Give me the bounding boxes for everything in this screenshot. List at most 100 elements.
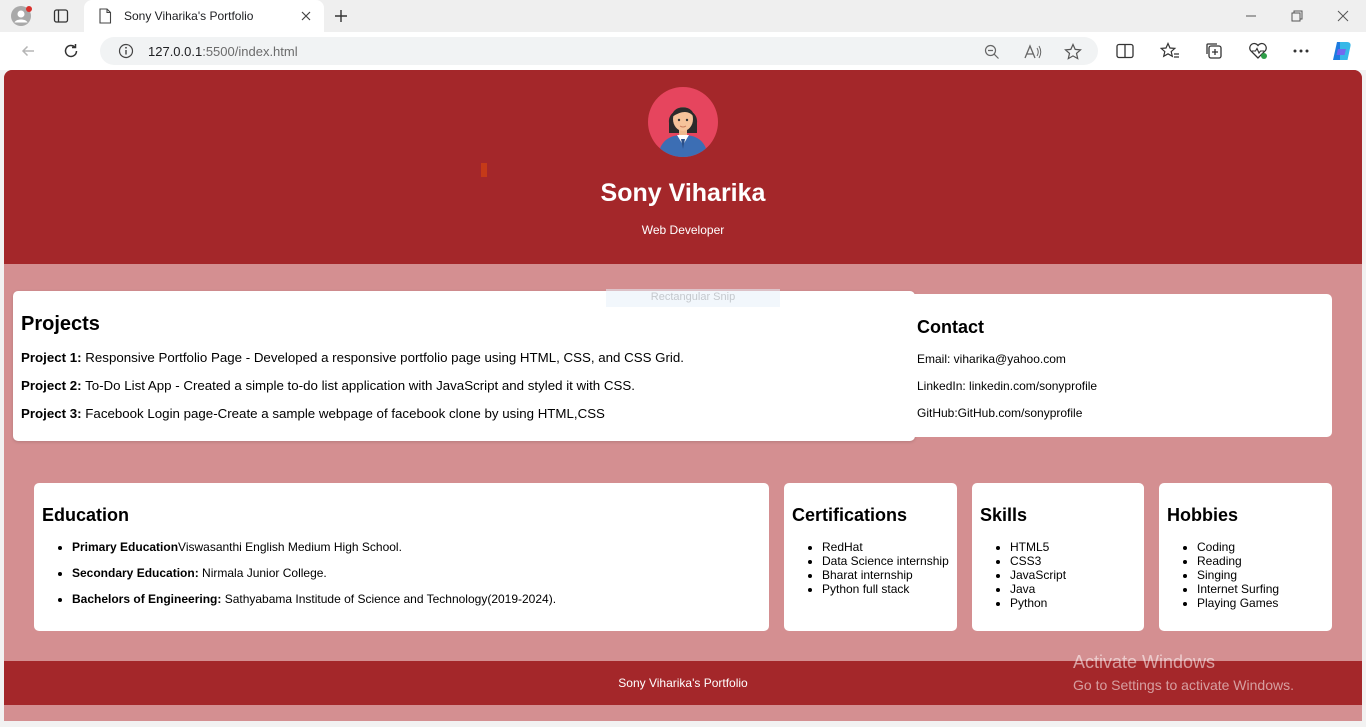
tab-title: Sony Viharika's Portfolio <box>124 9 254 23</box>
skill-item: Java <box>1010 582 1136 596</box>
url-field[interactable]: 127.0.0.1:5500/index.html <box>100 37 1098 65</box>
split-screen-button[interactable] <box>1113 40 1137 62</box>
favorite-button[interactable] <box>1064 43 1082 61</box>
projects-heading: Projects <box>21 313 100 335</box>
skills-section: Skills HTML5 CSS3 JavaScript Java Python <box>972 483 1144 631</box>
project-description: Facebook Login page-Create a sample webp… <box>81 406 605 421</box>
activate-windows-watermark: Activate Windows Go to Settings to activ… <box>1073 652 1294 693</box>
url-path: :5500/index.html <box>202 43 298 59</box>
split-screen-icon <box>1116 43 1134 59</box>
read-aloud-button[interactable] <box>1024 43 1042 61</box>
plus-icon <box>335 10 347 22</box>
zoom-out-button[interactable] <box>983 43 1001 61</box>
hobbies-section: Hobbies Coding Reading Singing Internet … <box>1159 483 1332 631</box>
new-tab-button[interactable] <box>330 4 352 28</box>
skills-list: HTML5 CSS3 JavaScript Java Python <box>980 540 1136 610</box>
certifications-section: Certifications RedHat Data Science inter… <box>784 483 957 631</box>
copilot-button[interactable] <box>1330 40 1354 62</box>
collections-button[interactable] <box>1202 40 1226 62</box>
hobby-item: Playing Games <box>1197 596 1324 610</box>
skill-item: HTML5 <box>1010 540 1136 554</box>
certification-item: Bharat internship <box>822 568 949 582</box>
tab-close-button[interactable] <box>298 8 314 24</box>
project-description: Responsive Portfolio Page - Developed a … <box>81 350 684 365</box>
education-item: Secondary Education: Nirmala Junior Coll… <box>72 566 761 580</box>
certification-item: RedHat <box>822 540 949 554</box>
restore-button[interactable] <box>1282 4 1312 28</box>
education-item: Bachelors of Engineering: Sathyabama Ins… <box>72 592 761 606</box>
contact-email: Email: viharika@yahoo.com <box>917 352 1066 366</box>
browser-essentials-button[interactable] <box>1246 40 1270 62</box>
education-level: Bachelors of Engineering: <box>72 592 222 606</box>
skill-item: JavaScript <box>1010 568 1136 582</box>
info-icon <box>118 43 134 59</box>
certifications-list: RedHat Data Science internship Bharat in… <box>792 540 949 596</box>
more-menu-button[interactable] <box>1289 40 1313 62</box>
favorites-button[interactable] <box>1158 40 1182 62</box>
hobbies-list: Coding Reading Singing Internet Surfing … <box>1167 540 1324 610</box>
hobbies-heading: Hobbies <box>1167 505 1239 525</box>
close-icon <box>301 11 311 21</box>
project-item: Project 3: Facebook Login page-Create a … <box>21 406 907 421</box>
heart-pulse-icon <box>1249 42 1267 59</box>
page-title: Sony Viharika <box>600 179 766 207</box>
projects-section: Projects Project 1: Responsive Portfolio… <box>13 291 915 441</box>
certifications-heading: Certifications <box>792 505 908 525</box>
read-aloud-icon <box>1024 44 1042 59</box>
hobby-item: Singing <box>1197 568 1324 582</box>
avatar <box>648 87 718 157</box>
page-viewport: Sony Viharika Web Developer Projects Pro… <box>4 70 1362 721</box>
skill-item: CSS3 <box>1010 554 1136 568</box>
education-institution: Nirmala Junior College. <box>198 566 327 580</box>
certification-item: Python full stack <box>822 582 949 596</box>
page-icon <box>99 8 112 24</box>
hobby-item: Internet Surfing <box>1197 582 1324 596</box>
contact-linkedin: LinkedIn: linkedin.com/sonyprofile <box>917 379 1098 393</box>
star-icon <box>1064 43 1082 60</box>
education-section: Education Primary EducationViswasanthi E… <box>34 483 769 631</box>
watermark-title: Activate Windows <box>1073 652 1216 672</box>
project-label: Project 2: <box>21 378 82 393</box>
url-text: 127.0.0.1:5500/index.html <box>148 44 298 59</box>
certification-item: Data Science internship <box>822 554 949 568</box>
contact-github: GitHub:GitHub.com/sonyprofile <box>917 406 1083 420</box>
active-tab[interactable]: Sony Viharika's Portfolio <box>84 0 324 32</box>
close-window-button[interactable] <box>1328 4 1358 28</box>
more-icon <box>1293 49 1309 53</box>
project-label: Project 3: <box>21 406 82 421</box>
arrow-left-icon <box>21 45 34 57</box>
refresh-icon <box>64 44 78 58</box>
skills-heading: Skills <box>980 505 1028 525</box>
contact-section: Contact Email: viharika@yahoo.com Linked… <box>907 294 1332 437</box>
minimize-button[interactable] <box>1236 4 1266 28</box>
back-button[interactable] <box>15 39 41 63</box>
snip-overlay-label: Rectangular Snip <box>606 289 780 307</box>
education-item: Primary EducationViswasanthi English Med… <box>72 540 761 554</box>
watermark-subtitle: Go to Settings to activate Windows. <box>1073 677 1294 693</box>
project-item: Project 2: To-Do List App - Created a si… <box>21 378 907 393</box>
minimize-icon <box>1246 15 1256 17</box>
education-institution: Sathyabama Institude of Science and Tech… <box>221 592 557 606</box>
contact-heading: Contact <box>917 317 984 337</box>
project-description: To-Do List App - Created a simple to-do … <box>81 378 635 393</box>
hobby-item: Coding <box>1197 540 1324 554</box>
hobby-item: Reading <box>1197 554 1324 568</box>
tab-actions-button[interactable] <box>48 4 74 28</box>
job-title: Web Developer <box>641 223 725 237</box>
profile-button[interactable] <box>8 4 34 28</box>
restore-icon <box>1291 10 1303 22</box>
skill-item: Python <box>1010 596 1136 610</box>
project-label: Project 1: <box>21 350 82 365</box>
url-host: 127.0.0.1 <box>148 43 203 59</box>
education-heading: Education <box>42 505 130 525</box>
address-bar-row: 127.0.0.1:5500/index.html <box>0 32 1366 70</box>
education-list: Primary EducationViswasanthi English Med… <box>42 540 761 606</box>
refresh-button[interactable] <box>58 39 84 63</box>
close-window-icon <box>1337 10 1349 22</box>
education-level: Secondary Education: <box>72 566 199 580</box>
cursor-mark <box>481 163 487 177</box>
education-institution: Viswasanthi English Medium High School. <box>178 540 402 554</box>
collections-icon <box>1206 43 1222 59</box>
tab-actions-icon <box>53 9 69 23</box>
favorites-icon <box>1160 42 1179 58</box>
